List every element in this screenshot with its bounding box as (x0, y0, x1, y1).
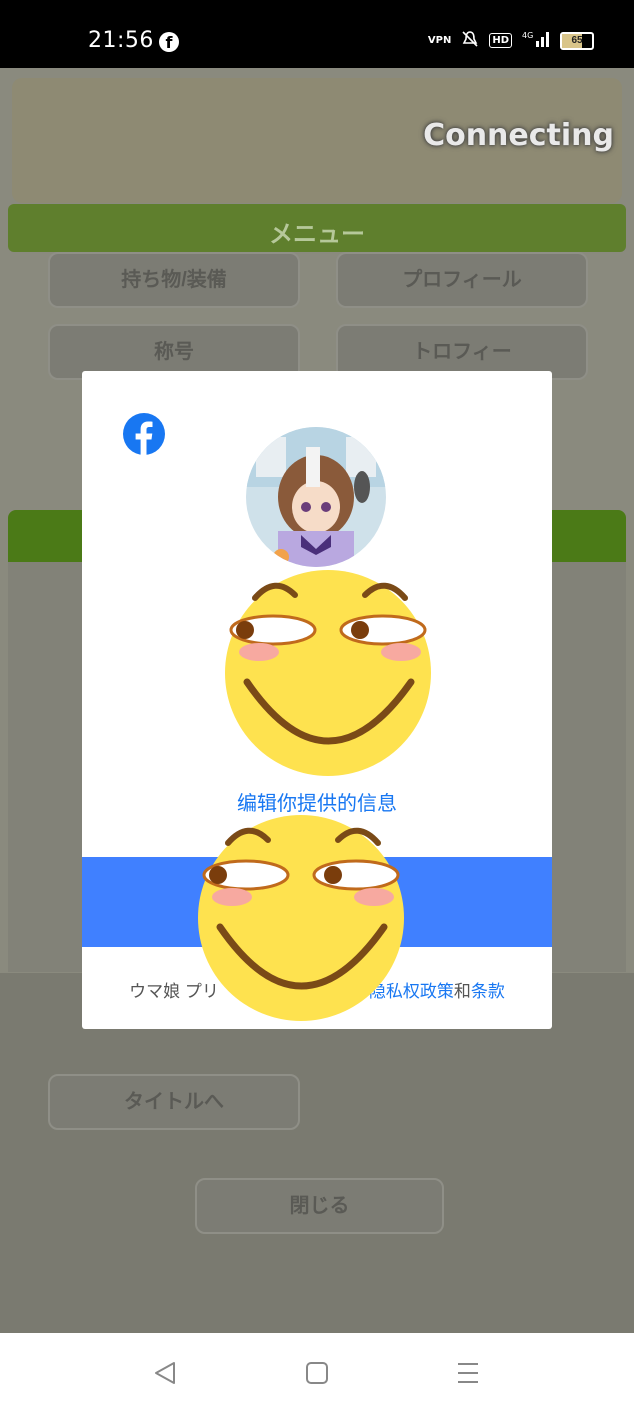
close-button: 閉じる (195, 1178, 444, 1234)
footer-and: 和 (453, 982, 471, 1001)
profile-avatar (246, 427, 386, 567)
mute-icon (461, 30, 479, 51)
connecting-label: Connecting (423, 118, 614, 153)
menu-icon[interactable] (448, 1353, 488, 1393)
hd-icon: HD (489, 33, 512, 48)
navigation-bar (0, 1333, 634, 1411)
battery-level: 65 (571, 34, 583, 46)
terms-link[interactable]: 条款 (471, 982, 505, 1001)
smirk-emoji-sticker-2 (198, 815, 404, 1021)
facebook-logo-icon (123, 413, 165, 455)
svg-text:4G: 4G (522, 31, 533, 40)
menu-bar: メニュー (8, 204, 626, 252)
menu-title: メニュー (269, 221, 365, 248)
battery-icon: 65 (560, 31, 594, 50)
profile-button: プロフィール (336, 252, 588, 308)
signal-4g-icon: 4G (522, 30, 550, 51)
status-bar: 21:56 f VPN HD 4G 65 (0, 0, 634, 68)
status-icons: VPN HD 4G 65 (428, 30, 594, 51)
edit-info-link[interactable]: 编辑你提供的信息 (82, 787, 552, 816)
smirk-emoji-sticker (225, 570, 431, 776)
back-icon[interactable] (146, 1353, 186, 1393)
vpn-icon: VPN (427, 35, 452, 46)
facebook-icon: f (159, 32, 179, 52)
home-icon[interactable] (297, 1353, 337, 1393)
to-title-button: タイトルへ (48, 1074, 300, 1130)
status-time: 21:56 (88, 28, 154, 53)
items-button: 持ち物/装備 (48, 252, 300, 308)
